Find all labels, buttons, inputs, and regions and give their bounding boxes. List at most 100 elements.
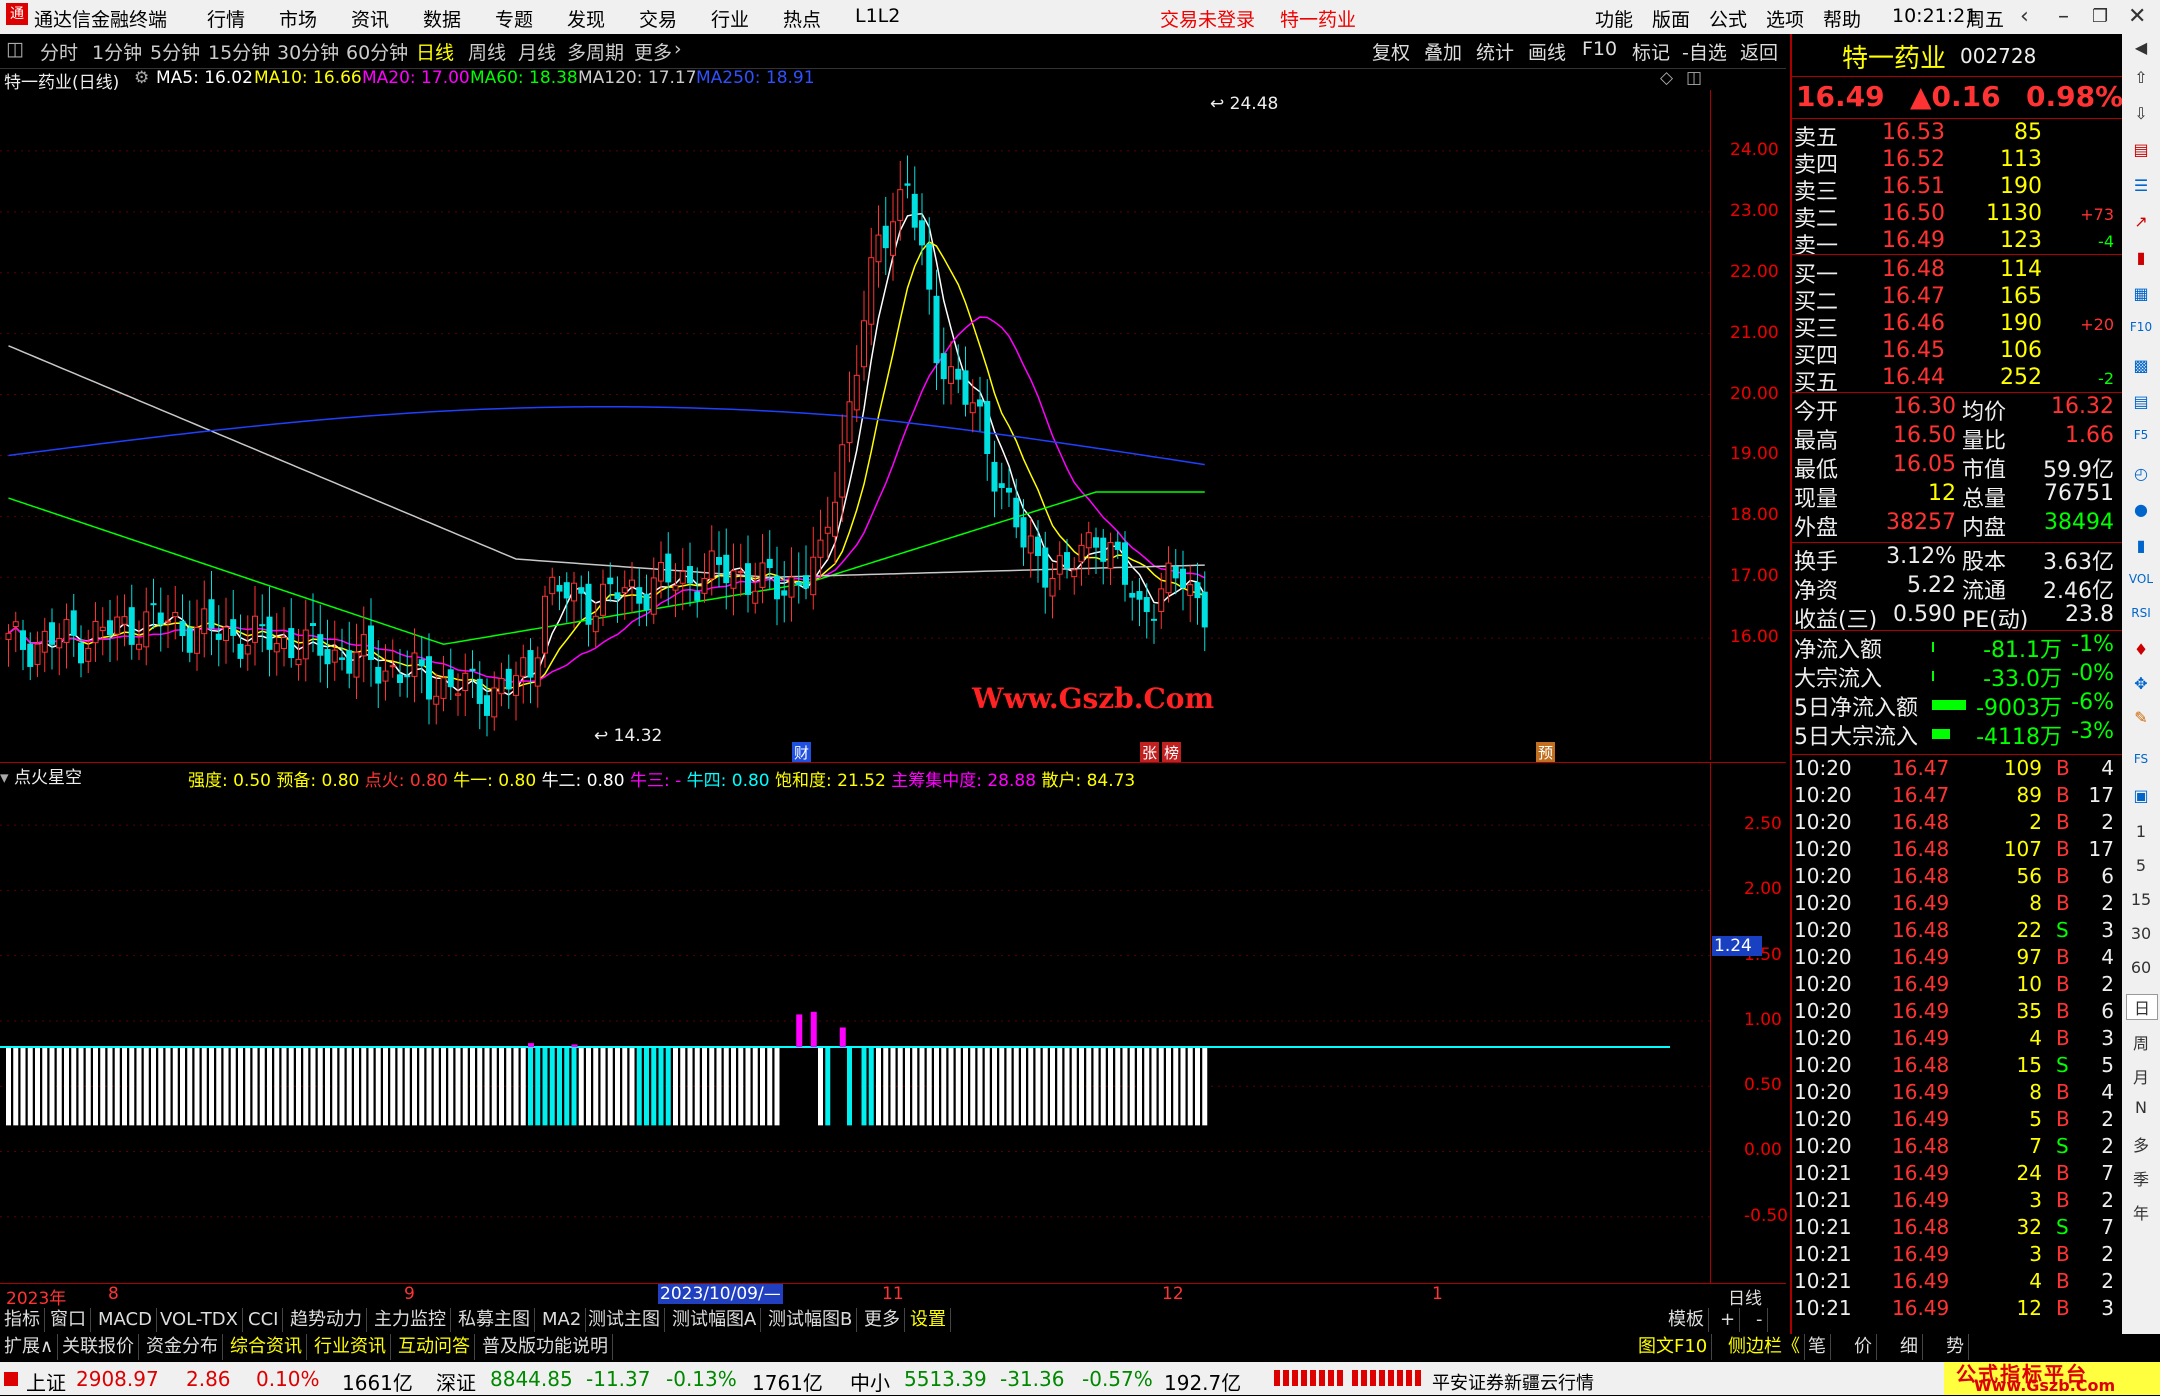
trade-status[interactable]: 交易未登录 xyxy=(1160,5,1255,32)
tool-f10[interactable]: F10 xyxy=(1582,38,1617,60)
tab-vol-tdx[interactable]: VOL-TDX xyxy=(156,1308,243,1332)
candle-body[interactable] xyxy=(795,581,802,586)
candle-body[interactable] xyxy=(998,483,1005,488)
book-price[interactable]: 16.48 xyxy=(1882,257,1945,282)
down-icon[interactable]: ⇩ xyxy=(2126,104,2156,123)
index-sh-name[interactable]: 上证 xyxy=(26,1367,66,1396)
period-30min[interactable]: 30分钟 xyxy=(277,38,339,65)
table-icon[interactable]: ▦ xyxy=(2126,284,2156,303)
menu-zixun[interactable]: 资讯 xyxy=(351,5,389,32)
candle-body[interactable] xyxy=(1049,577,1056,597)
candle-body[interactable] xyxy=(186,627,193,653)
stock-icon[interactable]: ♦ xyxy=(2126,640,2156,659)
grid-icon[interactable]: ▩ xyxy=(2126,356,2156,375)
menu-gongshi[interactable]: 公式 xyxy=(1709,5,1747,32)
candle-body[interactable] xyxy=(1078,544,1085,563)
tool-fuquan[interactable]: 复权 xyxy=(1372,38,1410,65)
book-price[interactable]: 16.50 xyxy=(1882,201,1945,226)
candle-body[interactable] xyxy=(310,623,316,627)
candle-body[interactable] xyxy=(839,444,846,498)
candle-body[interactable] xyxy=(12,621,19,627)
candle-body[interactable] xyxy=(853,374,860,411)
vol-icon[interactable]: VOL xyxy=(2126,572,2156,586)
candle-body[interactable] xyxy=(194,627,200,654)
candle-body[interactable] xyxy=(810,556,817,596)
candle-body[interactable] xyxy=(346,650,353,674)
candle-body[interactable] xyxy=(49,622,55,645)
candle-body[interactable] xyxy=(121,616,128,625)
candle-body[interactable] xyxy=(476,678,483,704)
tab-plus[interactable]: + xyxy=(1716,1308,1741,1332)
candle-body[interactable] xyxy=(27,643,34,667)
period-60-button[interactable]: 60 xyxy=(2126,958,2156,977)
period-week-button[interactable]: 周 xyxy=(2126,1030,2156,1054)
candle-body[interactable] xyxy=(339,657,345,660)
candle-body[interactable] xyxy=(447,669,454,688)
candle-body[interactable] xyxy=(940,353,947,380)
period-month-button[interactable]: 月 xyxy=(2126,1064,2156,1088)
candle-body[interactable] xyxy=(85,647,92,662)
candle-body[interactable] xyxy=(803,575,809,589)
candle-body[interactable] xyxy=(295,658,302,666)
indicator-toggle-icon[interactable]: ▾ xyxy=(0,768,9,788)
candle-body[interactable] xyxy=(679,570,686,584)
minimize-icon[interactable]: – xyxy=(2058,4,2069,29)
book-price[interactable]: 16.51 xyxy=(1882,174,1945,199)
candle-body[interactable] xyxy=(331,649,338,663)
candle-body[interactable] xyxy=(1107,542,1114,569)
candle-body[interactable] xyxy=(389,665,396,668)
candle-body[interactable] xyxy=(716,557,722,565)
period-30-button[interactable]: 30 xyxy=(2126,924,2156,943)
candle-body[interactable] xyxy=(1085,532,1092,549)
tab-macd[interactable]: MACD xyxy=(94,1308,157,1332)
candle-body[interactable] xyxy=(592,615,599,633)
candle-body[interactable] xyxy=(56,637,63,649)
candle-body[interactable] xyxy=(34,643,41,665)
candle-body[interactable] xyxy=(527,650,534,678)
candle-body[interactable] xyxy=(5,632,12,640)
candle-body[interactable] xyxy=(498,677,505,695)
candle-body[interactable] xyxy=(1020,517,1027,548)
indicator-name[interactable]: 点火星空 xyxy=(14,768,82,788)
tab-zijinfenbu[interactable]: 资金分布 xyxy=(142,1334,223,1360)
book-price[interactable]: 16.45 xyxy=(1882,338,1945,363)
candle-body[interactable] xyxy=(237,643,244,659)
candle-body[interactable] xyxy=(107,620,113,636)
candle-body[interactable] xyxy=(1056,555,1063,575)
index-zx-name[interactable]: 中小 xyxy=(850,1367,890,1396)
candle-body[interactable] xyxy=(665,553,672,583)
candle-body[interactable] xyxy=(585,583,592,625)
candle-body[interactable] xyxy=(1122,542,1128,585)
tab-qushidongli[interactable]: 趋势动力 xyxy=(286,1308,367,1332)
candle-body[interactable] xyxy=(817,539,824,558)
candle-body[interactable] xyxy=(614,592,621,600)
candle-body[interactable] xyxy=(911,193,918,228)
candle-body[interactable] xyxy=(890,221,896,256)
candle-body[interactable] xyxy=(846,401,853,444)
candle-body[interactable] xyxy=(484,695,490,716)
candle-body[interactable] xyxy=(208,599,215,629)
candle-body[interactable] xyxy=(1180,568,1186,588)
candle-body[interactable] xyxy=(1151,618,1157,621)
candle-icon[interactable]: ▮ xyxy=(2126,536,2156,555)
candle-body[interactable] xyxy=(658,562,664,582)
candle-body[interactable] xyxy=(281,637,287,649)
period-daily[interactable]: 日线 xyxy=(416,38,454,65)
menu-l1l2[interactable]: L1L2 xyxy=(855,5,900,27)
candle-body[interactable] xyxy=(288,628,295,659)
rsi-icon[interactable]: RSI xyxy=(2126,606,2156,620)
trend-icon[interactable]: ↗ xyxy=(2126,212,2156,231)
candle-body[interactable] xyxy=(78,642,84,664)
candle-body[interactable] xyxy=(730,570,737,589)
candle-body[interactable] xyxy=(991,461,998,492)
candle-body[interactable] xyxy=(861,320,867,368)
candle-body[interactable] xyxy=(273,643,280,653)
candle-body[interactable] xyxy=(382,670,389,682)
candle-body[interactable] xyxy=(904,183,911,186)
candle-body[interactable] xyxy=(882,225,889,249)
candle-body[interactable] xyxy=(636,587,643,604)
candle-body[interactable] xyxy=(1194,582,1201,599)
book-price[interactable]: 16.49 xyxy=(1882,228,1945,253)
period-1min[interactable]: 1分钟 xyxy=(92,38,142,65)
candle-body[interactable] xyxy=(832,501,838,537)
